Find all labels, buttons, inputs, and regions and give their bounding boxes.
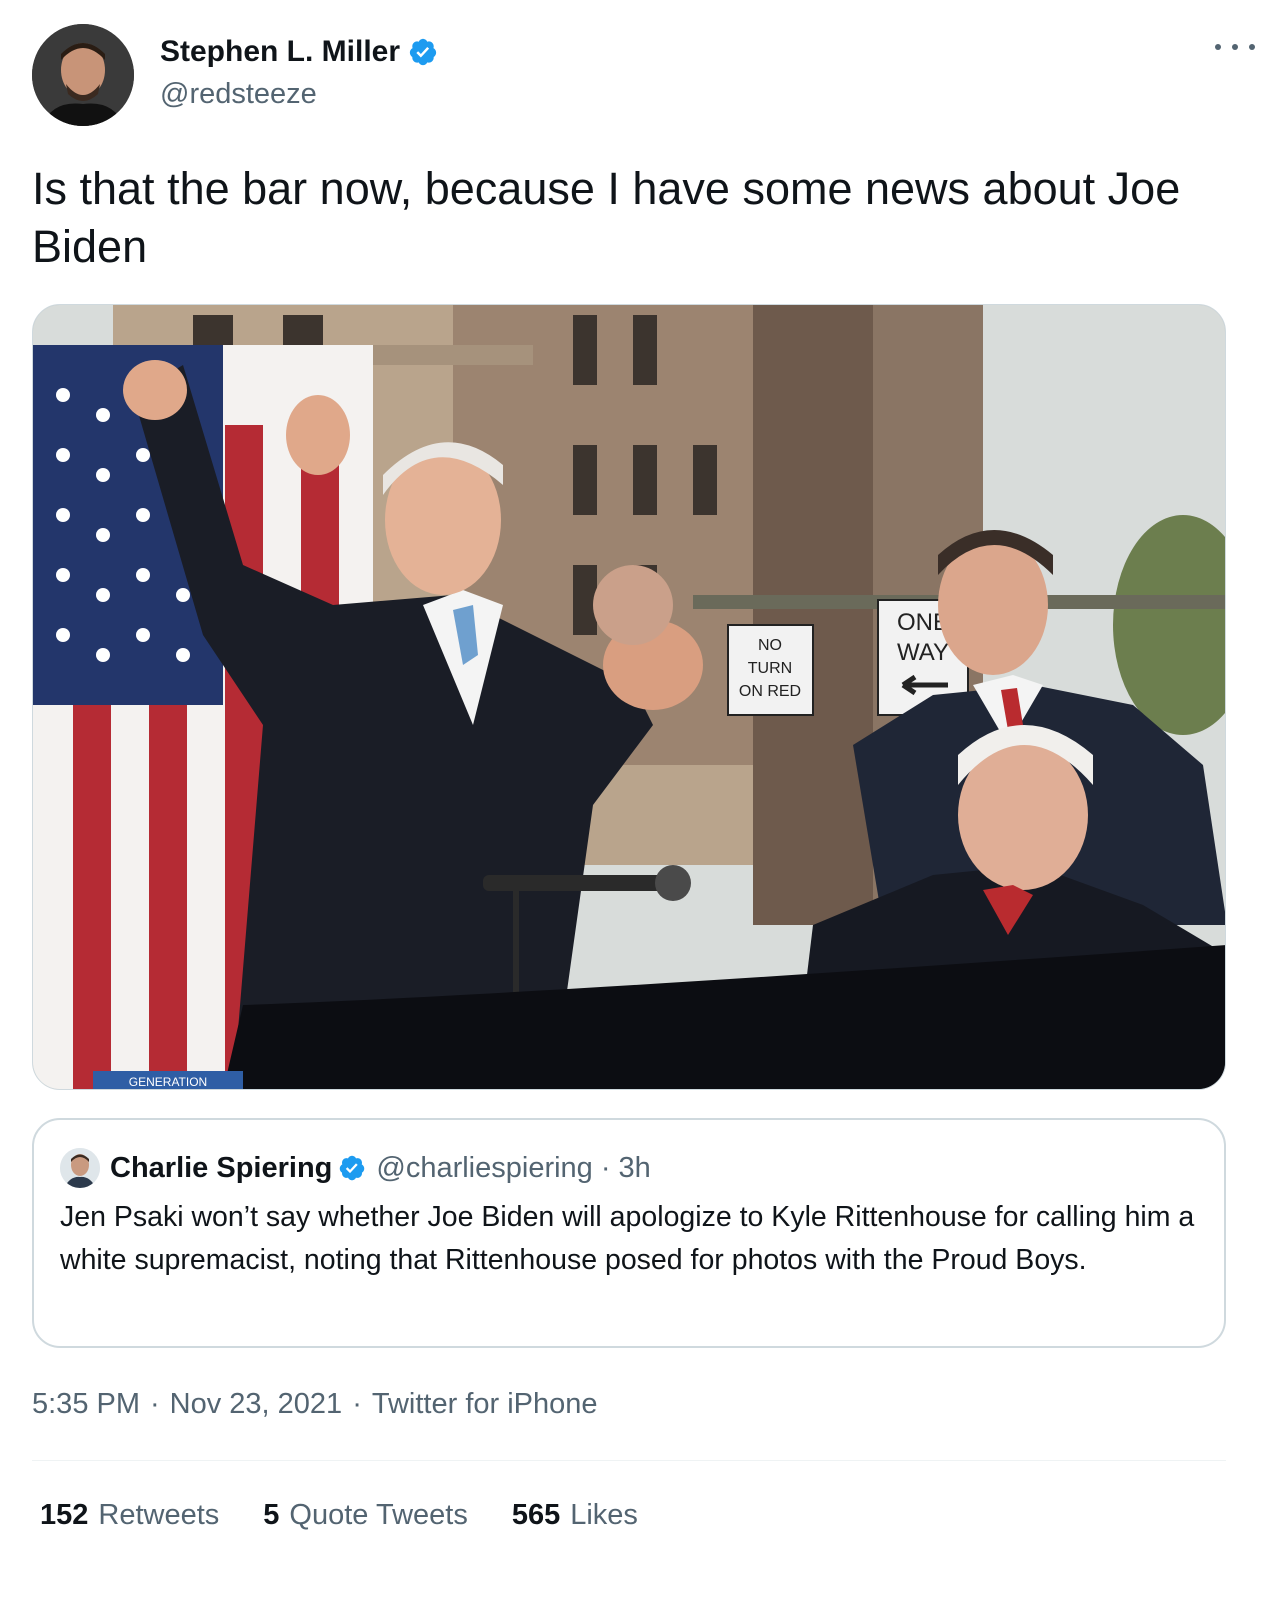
tweet-meta: 5:35 PM · Nov 23, 2021 · Twitter for iPh…: [32, 1384, 598, 1424]
quote-tweets-count: 5: [263, 1498, 280, 1531]
retweets-label: Retweets: [98, 1498, 220, 1531]
quoted-timestamp: 3h: [618, 1151, 651, 1184]
sign-one-way-line2: WAY: [897, 639, 949, 666]
verified-badge-icon: [338, 1154, 366, 1182]
more-options-icon[interactable]: [1215, 32, 1255, 62]
quoted-separator: ·: [600, 1151, 611, 1184]
sign-no-turn-line3: ON RED: [739, 683, 801, 700]
quoted-tweet[interactable]: Charlie Spiering @charliespiering · 3h J…: [32, 1118, 1226, 1348]
meta-separator: ·: [352, 1387, 362, 1420]
likes-count: 565: [511, 1498, 561, 1531]
tweet-photo[interactable]: NO TURN ON RED ONE WAY GENERATION: [32, 304, 1226, 1090]
verified-badge-icon: [408, 37, 438, 67]
sign-no-turn-line2: TURN: [748, 660, 792, 677]
retweets-count: 152: [40, 1498, 89, 1531]
quoted-tweet-text: Jen Psaki won’t say whether Joe Biden wi…: [60, 1201, 1195, 1276]
author-handle[interactable]: @redsteeze: [160, 78, 317, 111]
author-name-row: Stephen L. Miller: [160, 32, 438, 72]
quoted-author-avatar[interactable]: [60, 1148, 100, 1188]
tweet-time[interactable]: 5:35 PM: [32, 1388, 140, 1421]
engagement-stats: 152 Retweets 5 Quote Tweets 565 Likes: [40, 1495, 682, 1535]
tweet-date[interactable]: Nov 23, 2021: [170, 1388, 343, 1421]
tweet-text: Is that the bar now, because I have some…: [32, 163, 1181, 272]
likes-label: Likes: [570, 1498, 638, 1531]
meta-separator: ·: [150, 1387, 160, 1420]
author-name[interactable]: Stephen L. Miller: [160, 35, 400, 69]
quoted-author-handle: @charliespiering: [376, 1151, 593, 1184]
likes-stat[interactable]: 565 Likes: [512, 1499, 638, 1532]
tweet-source[interactable]: Twitter for iPhone: [372, 1388, 598, 1421]
quoted-author-name: Charlie Spiering: [110, 1151, 333, 1184]
sign-no-turn-line1: NO: [758, 637, 782, 654]
quote-tweets-stat[interactable]: 5 Quote Tweets: [263, 1499, 468, 1532]
quoted-tweet-header: Charlie Spiering @charliespiering · 3h: [60, 1146, 651, 1190]
retweets-stat[interactable]: 152 Retweets: [40, 1499, 219, 1532]
banner-text: GENERATION: [129, 1075, 207, 1089]
author-avatar[interactable]: [32, 24, 134, 126]
divider: [32, 1460, 1226, 1461]
quote-tweets-label: Quote Tweets: [289, 1498, 468, 1531]
